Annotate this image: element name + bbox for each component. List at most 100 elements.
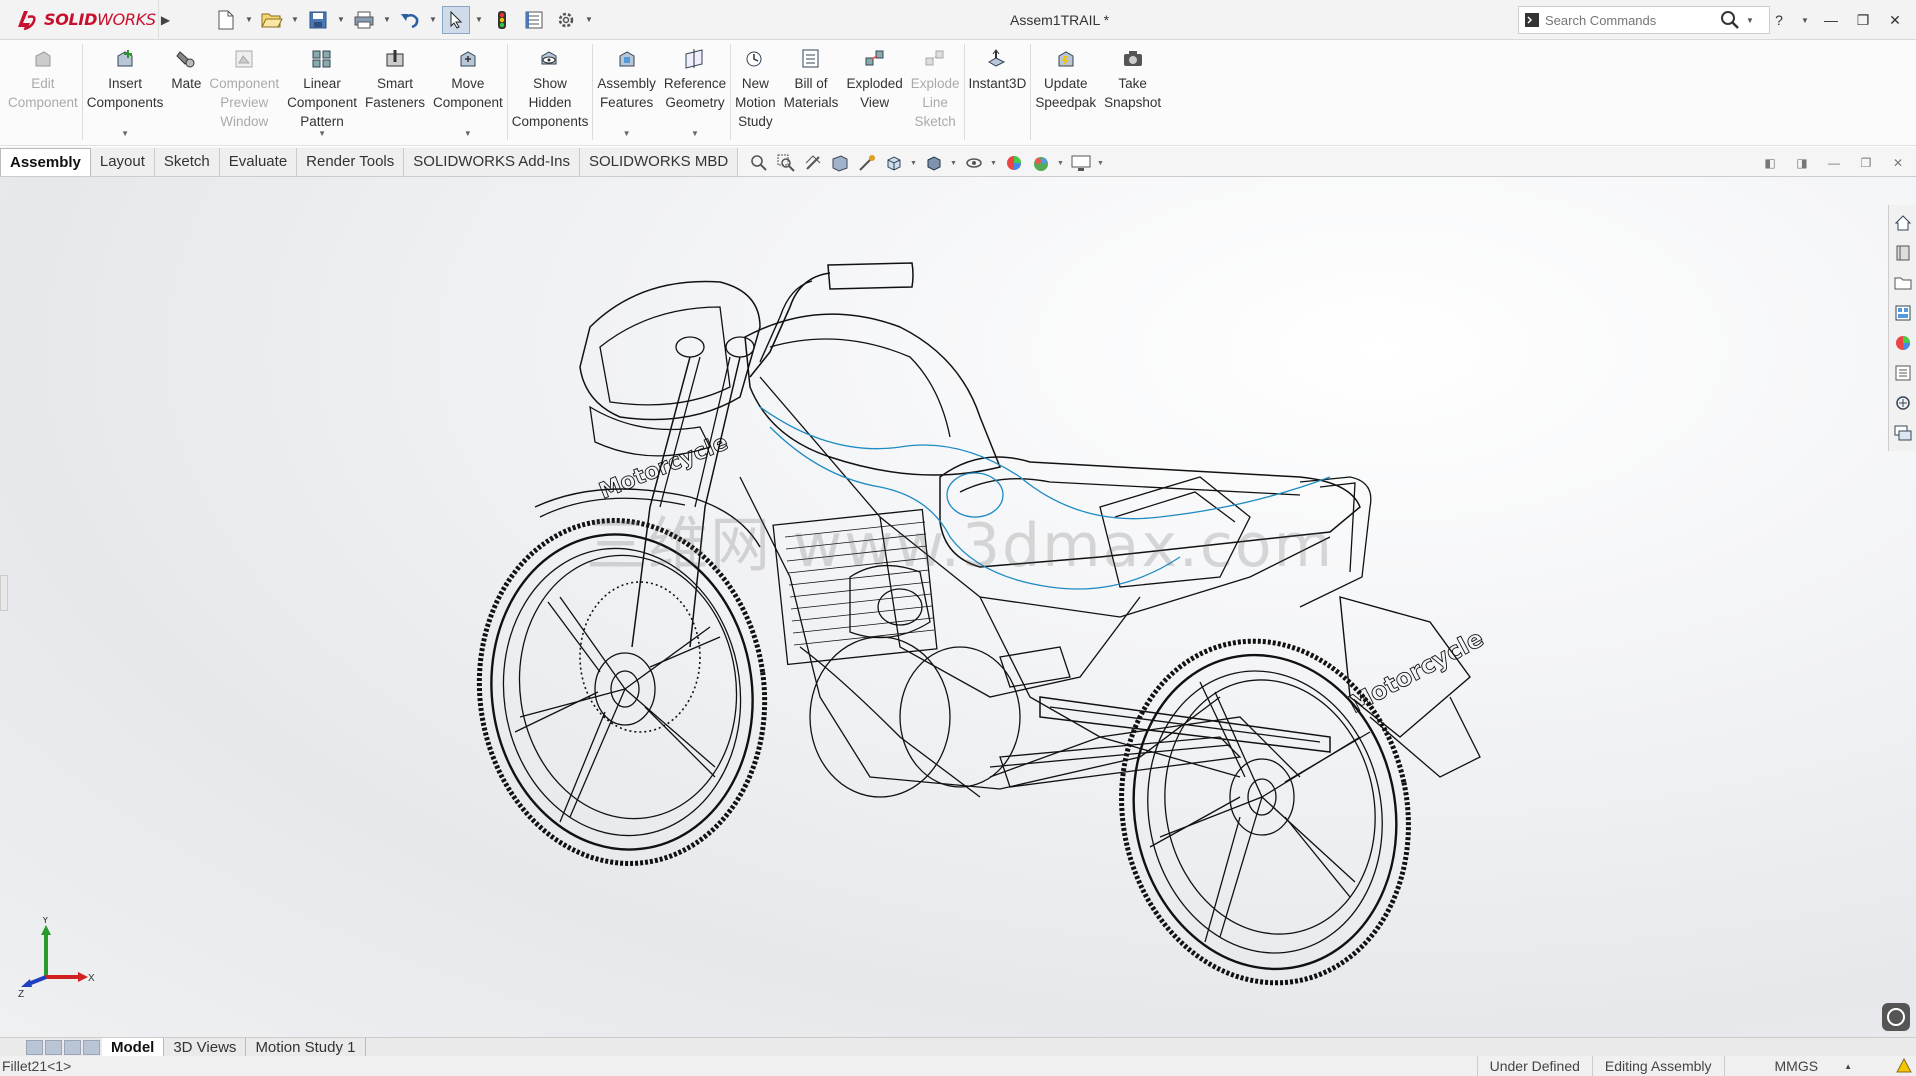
display-style-icon[interactable] xyxy=(923,152,945,174)
bottom-tab-motion-study-1[interactable]: Motion Study 1 xyxy=(246,1037,366,1057)
open-icon[interactable] xyxy=(258,6,286,34)
select-icon[interactable] xyxy=(442,5,470,34)
smart-fasteners-icon xyxy=(386,50,404,67)
minimize-icon[interactable]: — xyxy=(1820,9,1842,31)
command-dropdown-arrow[interactable]: ▼ xyxy=(623,129,631,138)
motorcycle-wireframe-model[interactable]: Motorcycle Motorcycle xyxy=(0,177,1916,1037)
command-dropdown-arrow[interactable]: ▼ xyxy=(121,129,129,138)
feedback-icon[interactable] xyxy=(1882,1003,1910,1031)
search-icon[interactable] xyxy=(1715,7,1745,33)
forum-icon[interactable] xyxy=(1892,421,1914,445)
tab-sketch[interactable]: Sketch xyxy=(154,147,220,176)
snapshot-button[interactable]: Take Snapshot xyxy=(1100,40,1165,144)
show-hidden-button[interactable]: Show Hidden Components xyxy=(508,40,593,144)
new-icon[interactable] xyxy=(212,6,240,34)
new-dropdown[interactable]: ▼ xyxy=(244,15,254,24)
help-icon[interactable]: ? xyxy=(1768,9,1790,31)
move-component-button[interactable]: Move Component ▼ xyxy=(429,40,507,144)
tab-evaluate[interactable]: Evaluate xyxy=(219,147,298,176)
appearances-icon[interactable] xyxy=(1892,331,1914,355)
tab-solidworks-mbd[interactable]: SOLIDWORKS MBD xyxy=(580,147,739,176)
insert-components-button[interactable]: Insert Components ▼ xyxy=(83,40,168,144)
bottom-tab-3d-views[interactable]: 3D Views xyxy=(164,1037,247,1057)
tile-right-icon[interactable]: ◨ xyxy=(1794,155,1810,171)
options-dropdown[interactable]: ▼ xyxy=(584,15,594,24)
restore-icon[interactable]: ❐ xyxy=(1852,9,1874,31)
home-icon[interactable] xyxy=(1892,211,1914,235)
close-icon[interactable]: ✕ xyxy=(1884,9,1906,31)
view-orientation-dropdown[interactable]: ▼ xyxy=(910,160,918,167)
dynamic-annotation-icon[interactable] xyxy=(856,152,878,174)
speedpak-button[interactable]: Update Speedpak xyxy=(1031,40,1100,144)
menu-flyout-arrow[interactable]: ▶ xyxy=(158,0,172,40)
command-dropdown-arrow[interactable]: ▼ xyxy=(691,129,699,138)
solidworks-resources-icon[interactable] xyxy=(1892,391,1914,415)
apply-scene-dropdown[interactable]: ▼ xyxy=(1057,160,1065,167)
display-style-dropdown[interactable]: ▼ xyxy=(950,160,958,167)
tab-layout[interactable]: Layout xyxy=(90,147,155,176)
search-input[interactable] xyxy=(1545,12,1715,28)
save-icon[interactable] xyxy=(304,6,332,34)
print-dropdown[interactable]: ▼ xyxy=(382,15,392,24)
edit-component-button[interactable]: Edit Component xyxy=(4,40,82,144)
select-dropdown[interactable]: ▼ xyxy=(474,15,484,24)
smart-fasteners-button[interactable]: Smart Fasteners xyxy=(361,40,429,144)
options-icon[interactable] xyxy=(552,6,580,34)
edit-appearance-icon[interactable] xyxy=(1003,152,1025,174)
tab-render-tools[interactable]: Render Tools xyxy=(297,147,405,176)
previous-view-icon[interactable] xyxy=(802,152,824,174)
command-dropdown-arrow[interactable]: ▼ xyxy=(318,129,326,138)
file-properties-icon[interactable] xyxy=(520,6,548,34)
linear-pattern-button[interactable]: Linear Component Pattern ▼ xyxy=(283,40,361,144)
undo-icon[interactable] xyxy=(396,6,424,34)
rebuild-status-icon[interactable] xyxy=(1892,1056,1916,1076)
open-dropdown[interactable]: ▼ xyxy=(290,15,300,24)
search-dropdown[interactable]: ▼ xyxy=(1745,16,1755,25)
first-tab-button[interactable] xyxy=(26,1039,43,1055)
bom-button[interactable]: Bill of Materials xyxy=(780,40,843,144)
zoom-to-fit-icon[interactable] xyxy=(748,152,770,174)
graphics-area[interactable]: Motorcycle Motorcycle 三维网 www.3dmax.com … xyxy=(0,177,1916,1037)
next-tab-button[interactable] xyxy=(64,1039,81,1055)
doc-close-icon[interactable]: ✕ xyxy=(1890,155,1906,171)
motion-study-button[interactable]: New Motion Study xyxy=(731,40,780,144)
help-dropdown[interactable]: ▼ xyxy=(1800,16,1810,25)
design-library-icon[interactable] xyxy=(1892,241,1914,265)
units-selector[interactable]: MMGS ▲ xyxy=(1723,1056,1892,1076)
tab-solidworks-add-ins[interactable]: SOLIDWORKS Add-Ins xyxy=(404,147,580,176)
doc-restore-icon[interactable]: ❐ xyxy=(1858,155,1874,171)
hide-show-items-icon[interactable] xyxy=(963,152,985,174)
instant3d-button[interactable]: Instant3D xyxy=(965,40,1031,144)
custom-properties-icon[interactable] xyxy=(1892,361,1914,385)
exploded-view-button[interactable]: Exploded View xyxy=(842,40,906,144)
command-search-icon[interactable] xyxy=(1519,7,1545,33)
doc-minimize-icon[interactable]: — xyxy=(1826,155,1842,171)
assembly-features-icon xyxy=(619,51,635,67)
tab-assembly[interactable]: Assembly xyxy=(0,147,91,176)
file-explorer-icon[interactable] xyxy=(1892,271,1914,295)
view-settings-icon[interactable] xyxy=(1070,152,1092,174)
view-palette-icon[interactable] xyxy=(1892,301,1914,325)
print-icon[interactable] xyxy=(350,6,378,34)
component-preview-button[interactable]: Component Preview Window xyxy=(205,40,283,144)
last-tab-button[interactable] xyxy=(83,1039,100,1055)
view-settings-dropdown[interactable]: ▼ xyxy=(1097,160,1105,167)
reference-geometry-button[interactable]: Reference Geometry ▼ xyxy=(660,40,730,144)
save-dropdown[interactable]: ▼ xyxy=(336,15,346,24)
apply-scene-icon[interactable] xyxy=(1030,152,1052,174)
tile-left-icon[interactable]: ◧ xyxy=(1762,155,1778,171)
mate-button[interactable]: Mate xyxy=(167,40,205,144)
solidworks-logo[interactable]: SOLIDWORKS xyxy=(0,0,158,40)
zoom-to-area-icon[interactable] xyxy=(775,152,797,174)
undo-dropdown[interactable]: ▼ xyxy=(428,15,438,24)
bottom-tab-model[interactable]: Model xyxy=(102,1037,165,1057)
feature-manager-flyout-toggle[interactable] xyxy=(0,575,8,611)
assembly-features-button[interactable]: Assembly Features ▼ xyxy=(593,40,660,144)
view-orientation-icon[interactable] xyxy=(883,152,905,174)
prev-tab-button[interactable] xyxy=(45,1039,62,1055)
hide-show-dropdown[interactable]: ▼ xyxy=(990,160,998,167)
explode-line-button[interactable]: Explode Line Sketch xyxy=(907,40,964,144)
rebuild-icon[interactable] xyxy=(488,6,516,34)
section-view-icon[interactable] xyxy=(829,152,851,174)
command-dropdown-arrow[interactable]: ▼ xyxy=(464,129,472,138)
